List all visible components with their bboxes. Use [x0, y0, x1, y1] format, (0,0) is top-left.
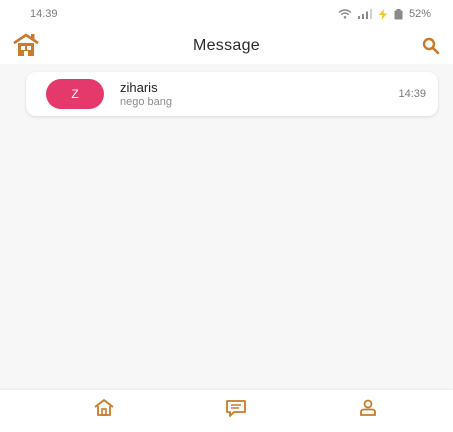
page-title: Message — [192, 37, 261, 54]
battery-percent: 52% — [408, 8, 431, 20]
wifi-icon — [338, 9, 352, 19]
chat-preview: nego bang — [120, 95, 172, 108]
profile-icon[interactable] — [357, 398, 379, 418]
status-time: 14.39 — [30, 8, 58, 20]
house-logo-icon — [12, 32, 40, 58]
bottom-nav — [0, 390, 453, 432]
avatar-initial: Z — [71, 87, 79, 101]
chat-time: 14:39 — [398, 88, 426, 100]
signal-icon — [357, 9, 372, 19]
battery-icon — [394, 8, 403, 20]
status-bar: 14.39 52% — [0, 0, 453, 28]
home-icon[interactable] — [93, 398, 115, 418]
message-list: Z ziharis nego bang 14:39 — [0, 64, 453, 390]
search-icon[interactable] — [421, 36, 441, 56]
message-icon[interactable] — [225, 398, 247, 418]
status-icons: 52% — [338, 8, 431, 20]
chat-list-item[interactable]: Z ziharis nego bang 14:39 — [26, 72, 438, 116]
app-header: Message — [0, 28, 453, 64]
chat-name: ziharis — [120, 79, 158, 95]
chat-text: ziharis nego bang — [120, 80, 172, 109]
charging-icon — [378, 8, 388, 20]
avatar: Z — [46, 79, 104, 109]
